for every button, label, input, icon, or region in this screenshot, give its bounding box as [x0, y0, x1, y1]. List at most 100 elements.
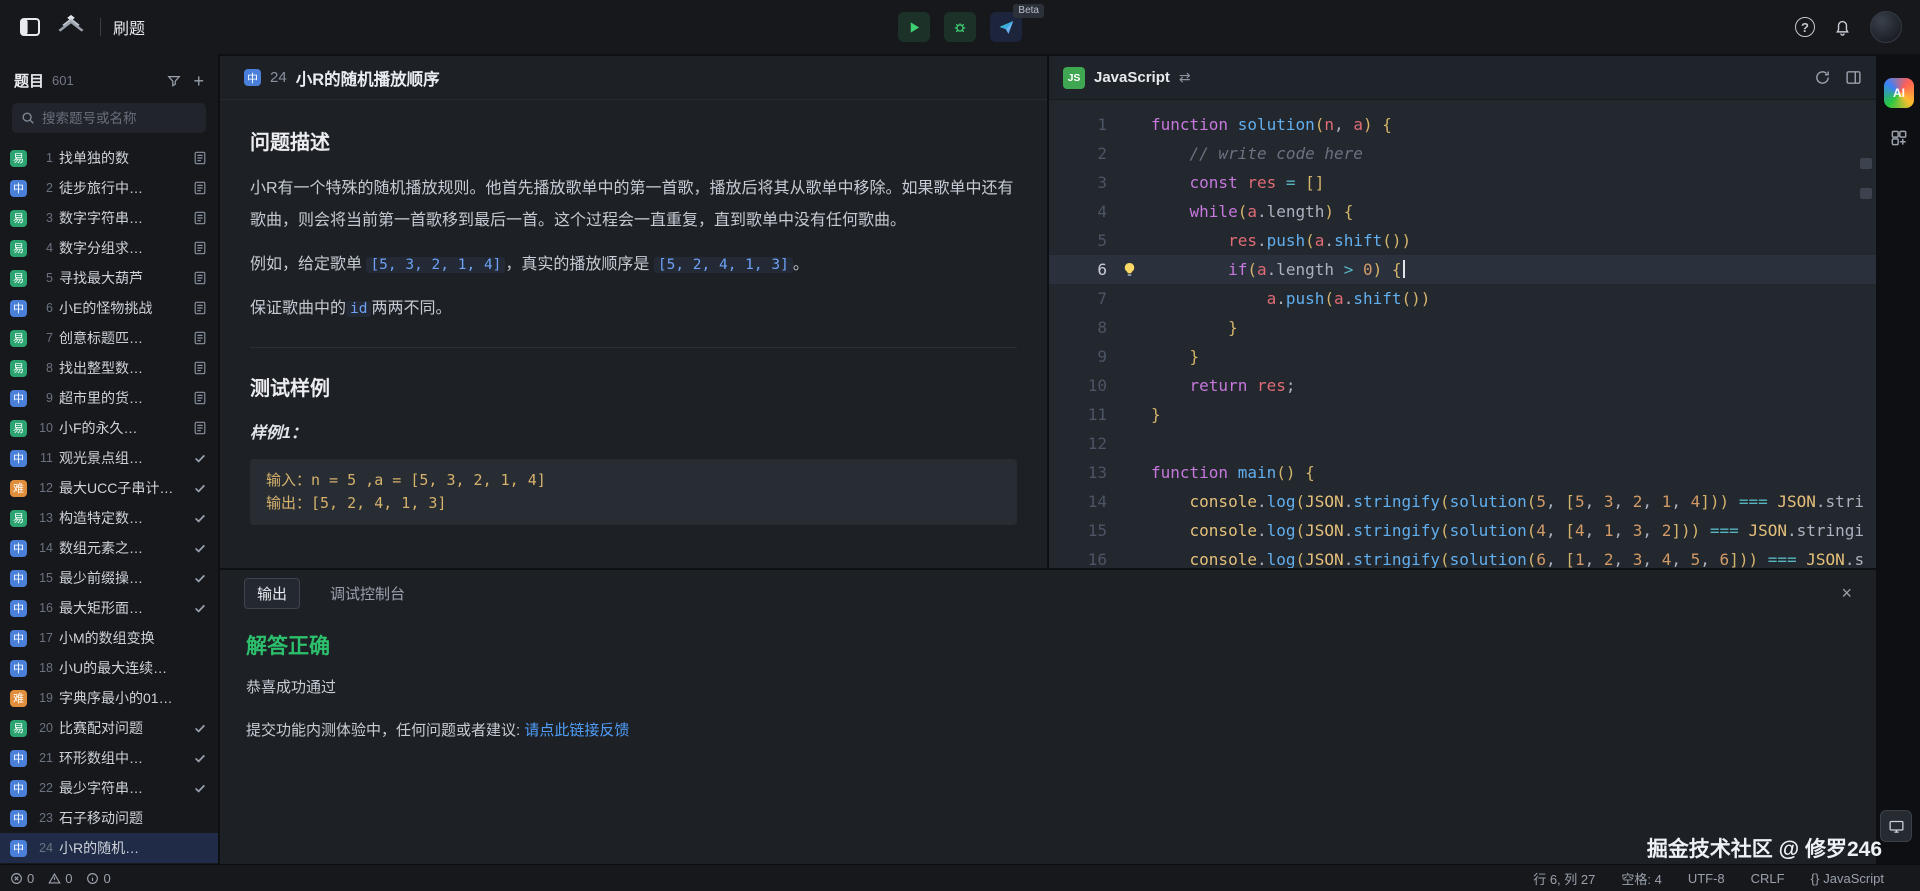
- info-counter[interactable]: 0: [86, 871, 110, 886]
- problem-title: 环形数组中…: [59, 748, 186, 768]
- problem-list-item[interactable]: 易1找单独的数: [0, 143, 218, 173]
- problem-list-item[interactable]: 易20比赛配对问题: [0, 713, 218, 743]
- problem-title: 最大UCC子串计…: [59, 478, 186, 498]
- difficulty-badge: 中: [10, 840, 27, 857]
- language-mode[interactable]: {} JavaScript: [1811, 871, 1884, 886]
- avatar[interactable]: [1870, 11, 1902, 43]
- code-line-current[interactable]: 6 if(a.length > 0) {: [1049, 255, 1876, 284]
- submit-button[interactable]: Beta: [990, 12, 1022, 42]
- cursor-position[interactable]: 行 6, 列 27: [1533, 869, 1595, 888]
- add-problem-icon[interactable]: +: [193, 74, 204, 88]
- problem-list-item[interactable]: 易7创意标题匹…: [0, 323, 218, 353]
- indent-setting[interactable]: 空格: 4: [1621, 869, 1661, 888]
- problem-list-item[interactable]: 中11观光景点组…: [0, 443, 218, 473]
- feedback-text: 提交功能内测体验中，任何问题或者建议:: [246, 722, 524, 739]
- sidebar-title: 题目: [14, 70, 44, 91]
- bell-icon[interactable]: [1833, 18, 1852, 37]
- difficulty-badge: 易: [10, 510, 27, 527]
- problem-list-item[interactable]: 中24小R的随机…: [0, 833, 218, 863]
- problem-title: 小M的数组变换: [59, 628, 186, 648]
- search-box: [12, 103, 206, 133]
- problem-list-item[interactable]: 中17小M的数组变换: [0, 623, 218, 653]
- code-line[interactable]: 15 console.log(JSON.stringify(solution(4…: [1049, 516, 1876, 545]
- output-header: 输出 调试控制台 ×: [220, 570, 1876, 616]
- problem-panel: 中 24 小R的随机播放顺序 问题描述 小R有一个特殊的随机播放规则。他首先播放…: [220, 56, 1047, 568]
- problem-list-item[interactable]: 中22最少字符串…: [0, 773, 218, 803]
- search-input[interactable]: [42, 111, 218, 126]
- close-icon[interactable]: ×: [1841, 583, 1852, 604]
- code-line[interactable]: 7 a.push(a.shift()): [1049, 284, 1876, 313]
- code-line[interactable]: 12: [1049, 429, 1876, 458]
- note-doc-icon: [192, 151, 208, 165]
- ai-assistant-button[interactable]: AI: [1884, 78, 1914, 108]
- sidebar-toggle-icon[interactable]: [18, 15, 42, 39]
- problem-list-item[interactable]: 中16最大矩形面…: [0, 593, 218, 623]
- code-line[interactable]: 9 }: [1049, 342, 1876, 371]
- scrollbar-thumb[interactable]: [1860, 188, 1872, 199]
- problem-list-item[interactable]: 中6小E的怪物挑战: [0, 293, 218, 323]
- javascript-icon: JS: [1063, 67, 1085, 89]
- problem-number: 2: [33, 181, 53, 195]
- code-line[interactable]: 10 return res;: [1049, 371, 1876, 400]
- scrollbar-thumb[interactable]: [1860, 158, 1872, 169]
- problem-list-item[interactable]: 中18小U的最大连续…: [0, 653, 218, 683]
- lightbulb-icon[interactable]: [1122, 262, 1137, 277]
- encoding[interactable]: UTF-8: [1688, 871, 1725, 886]
- problem-list-item[interactable]: 易13构造特定数…: [0, 503, 218, 533]
- code-area[interactable]: 1function solution(n, a) {2 // write cod…: [1049, 100, 1876, 568]
- problem-number: 1: [33, 151, 53, 165]
- problem-list-item[interactable]: 中23石子移动问题: [0, 803, 218, 833]
- code-line[interactable]: 4 while(a.length) {: [1049, 197, 1876, 226]
- tab-output[interactable]: 输出: [244, 578, 300, 609]
- problem-title: 比赛配对问题: [59, 718, 186, 738]
- panel-layout-icon[interactable]: [1845, 69, 1862, 86]
- filter-funnel-icon[interactable]: [167, 74, 181, 88]
- code-line[interactable]: 8 }: [1049, 313, 1876, 342]
- extensions-icon[interactable]: [1889, 128, 1909, 148]
- help-icon[interactable]: ?: [1795, 17, 1815, 37]
- code-line[interactable]: 11}: [1049, 400, 1876, 429]
- problem-list-item[interactable]: 难19字典序最小的01…: [0, 683, 218, 713]
- problem-list-item[interactable]: 易10小F的永久…: [0, 413, 218, 443]
- problem-number: 23: [33, 811, 53, 825]
- problem-list-item[interactable]: 中21环形数组中…: [0, 743, 218, 773]
- reset-code-icon[interactable]: [1814, 69, 1831, 86]
- difficulty-badge: 易: [10, 270, 27, 287]
- code-line[interactable]: 2 // write code here: [1049, 139, 1876, 168]
- feedback-link[interactable]: 请点此链接反馈: [524, 722, 629, 739]
- warning-counter[interactable]: 0: [48, 871, 72, 886]
- code-line[interactable]: 13function main() {: [1049, 458, 1876, 487]
- solved-check-icon: [192, 511, 208, 525]
- difficulty-badge: 中: [10, 810, 27, 827]
- right-rail: AI: [1878, 56, 1920, 864]
- debug-button[interactable]: [944, 12, 976, 42]
- solved-check-icon: [192, 541, 208, 555]
- screen-share-button[interactable]: [1880, 810, 1912, 842]
- problem-list-item[interactable]: 易5寻找最大葫芦: [0, 263, 218, 293]
- problem-title: 观光景点组…: [59, 448, 186, 468]
- difficulty-badge: 中: [10, 780, 27, 797]
- code-line[interactable]: 3 const res = []: [1049, 168, 1876, 197]
- problem-list-item[interactable]: 易3数字字符串…: [0, 203, 218, 233]
- code-line[interactable]: 14 console.log(JSON.stringify(solution(5…: [1049, 487, 1876, 516]
- section-divider: [250, 347, 1017, 348]
- eol-setting[interactable]: CRLF: [1751, 871, 1785, 886]
- difficulty-badge: 中: [244, 69, 261, 86]
- code-line[interactable]: 1function solution(n, a) {: [1049, 110, 1876, 139]
- tab-debug-console[interactable]: 调试控制台: [318, 579, 417, 608]
- difficulty-badge: 难: [10, 690, 27, 707]
- problem-list-item[interactable]: 中9超市里的货…: [0, 383, 218, 413]
- code-line[interactable]: 16 console.log(JSON.stringify(solution(6…: [1049, 545, 1876, 568]
- switch-language-icon[interactable]: ⇄: [1179, 69, 1191, 86]
- problem-list-item[interactable]: 中15最少前缀操…: [0, 563, 218, 593]
- line-number: 1: [1049, 110, 1107, 139]
- code-line[interactable]: 5 res.push(a.shift()): [1049, 226, 1876, 255]
- problem-list-item[interactable]: 易4数字分组求…: [0, 233, 218, 263]
- problem-list-item[interactable]: 中2徒步旅行中…: [0, 173, 218, 203]
- error-counter[interactable]: 0: [10, 871, 34, 886]
- problem-list-item[interactable]: 易8找出整型数…: [0, 353, 218, 383]
- inline-code: [5, 2, 4, 1, 3]: [654, 257, 793, 273]
- run-button[interactable]: [898, 12, 930, 42]
- problem-list-item[interactable]: 中14数组元素之…: [0, 533, 218, 563]
- problem-list-item[interactable]: 难12最大UCC子串计…: [0, 473, 218, 503]
